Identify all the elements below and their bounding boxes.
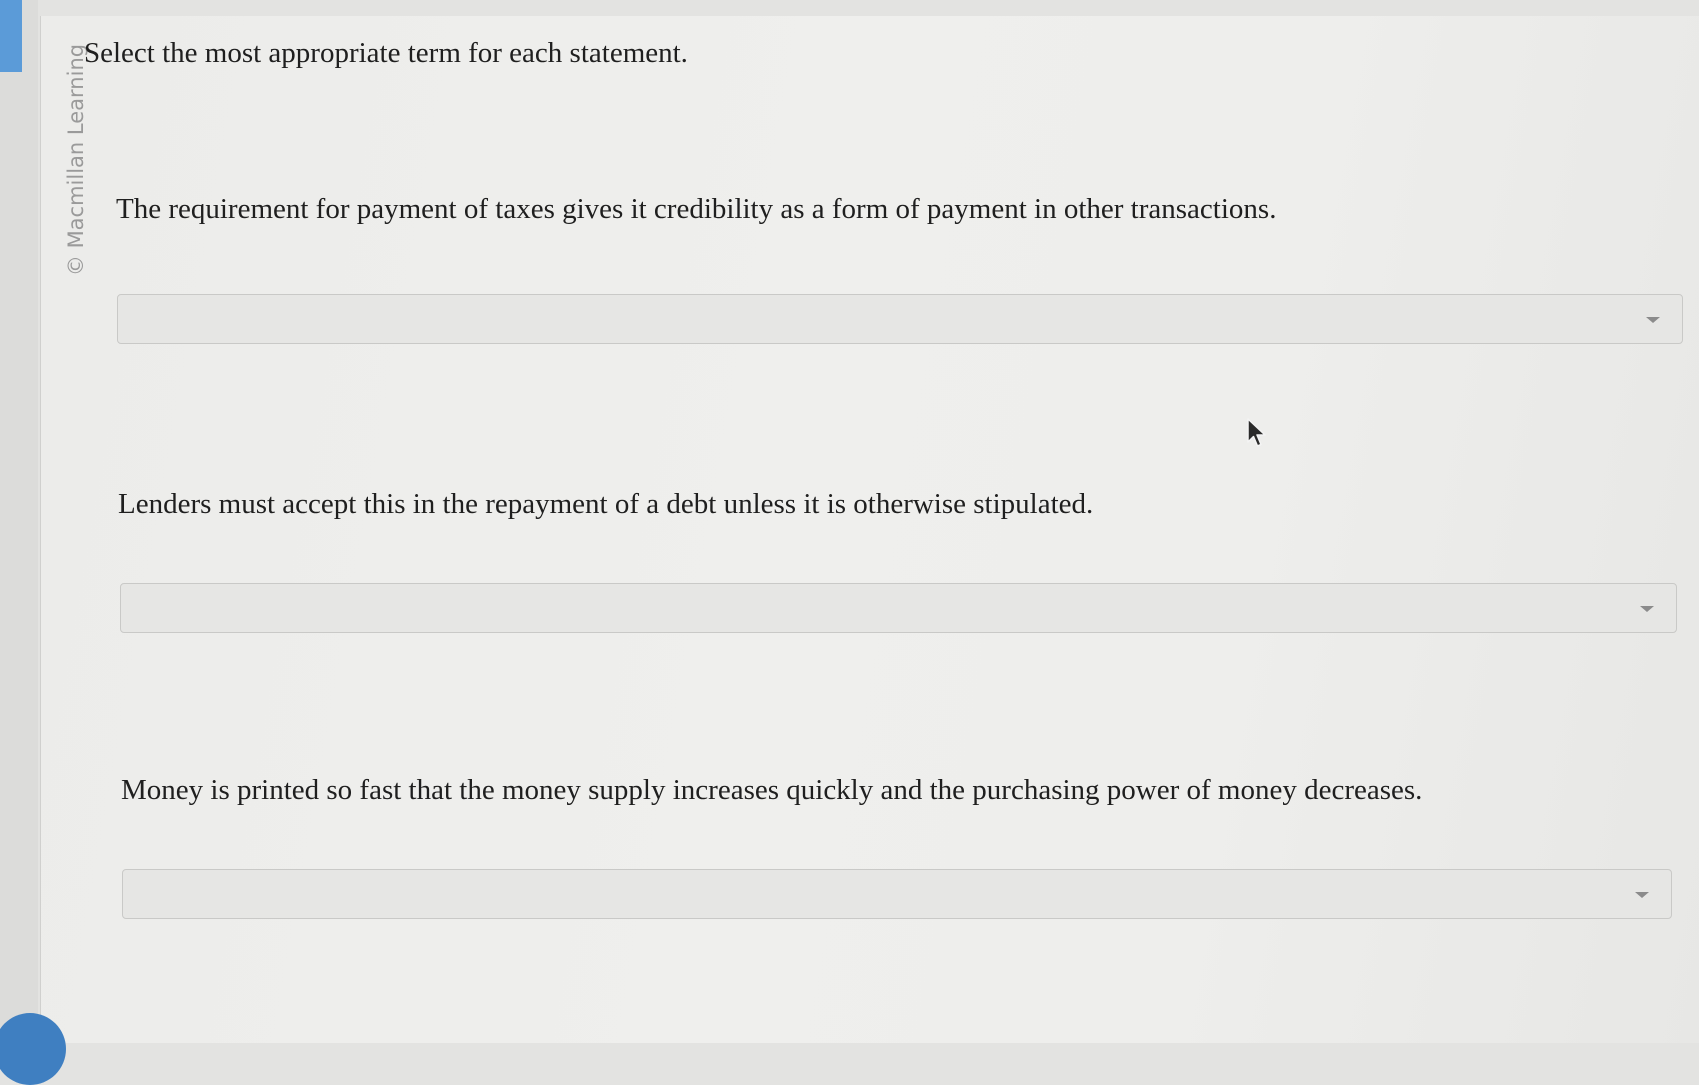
statement-2: Lenders must accept this in the repaymen… <box>118 488 1094 520</box>
help-button[interactable] <box>0 1013 66 1085</box>
term-select-1[interactable] <box>117 294 1683 344</box>
chevron-down-icon <box>1640 606 1654 612</box>
mouse-pointer-icon <box>1247 418 1266 447</box>
statement-1: The requirement for payment of taxes giv… <box>116 193 1277 225</box>
left-rail <box>0 0 38 1043</box>
chevron-down-icon <box>1646 317 1660 323</box>
term-select-3[interactable] <box>122 869 1672 919</box>
chevron-down-icon <box>1635 892 1649 898</box>
instruction-text: Select the most appropriate term for eac… <box>84 37 688 69</box>
term-select-2[interactable] <box>120 583 1677 633</box>
statement-3: Money is printed so fast that the money … <box>121 774 1423 806</box>
rail-accent-tab[interactable] <box>0 0 22 72</box>
